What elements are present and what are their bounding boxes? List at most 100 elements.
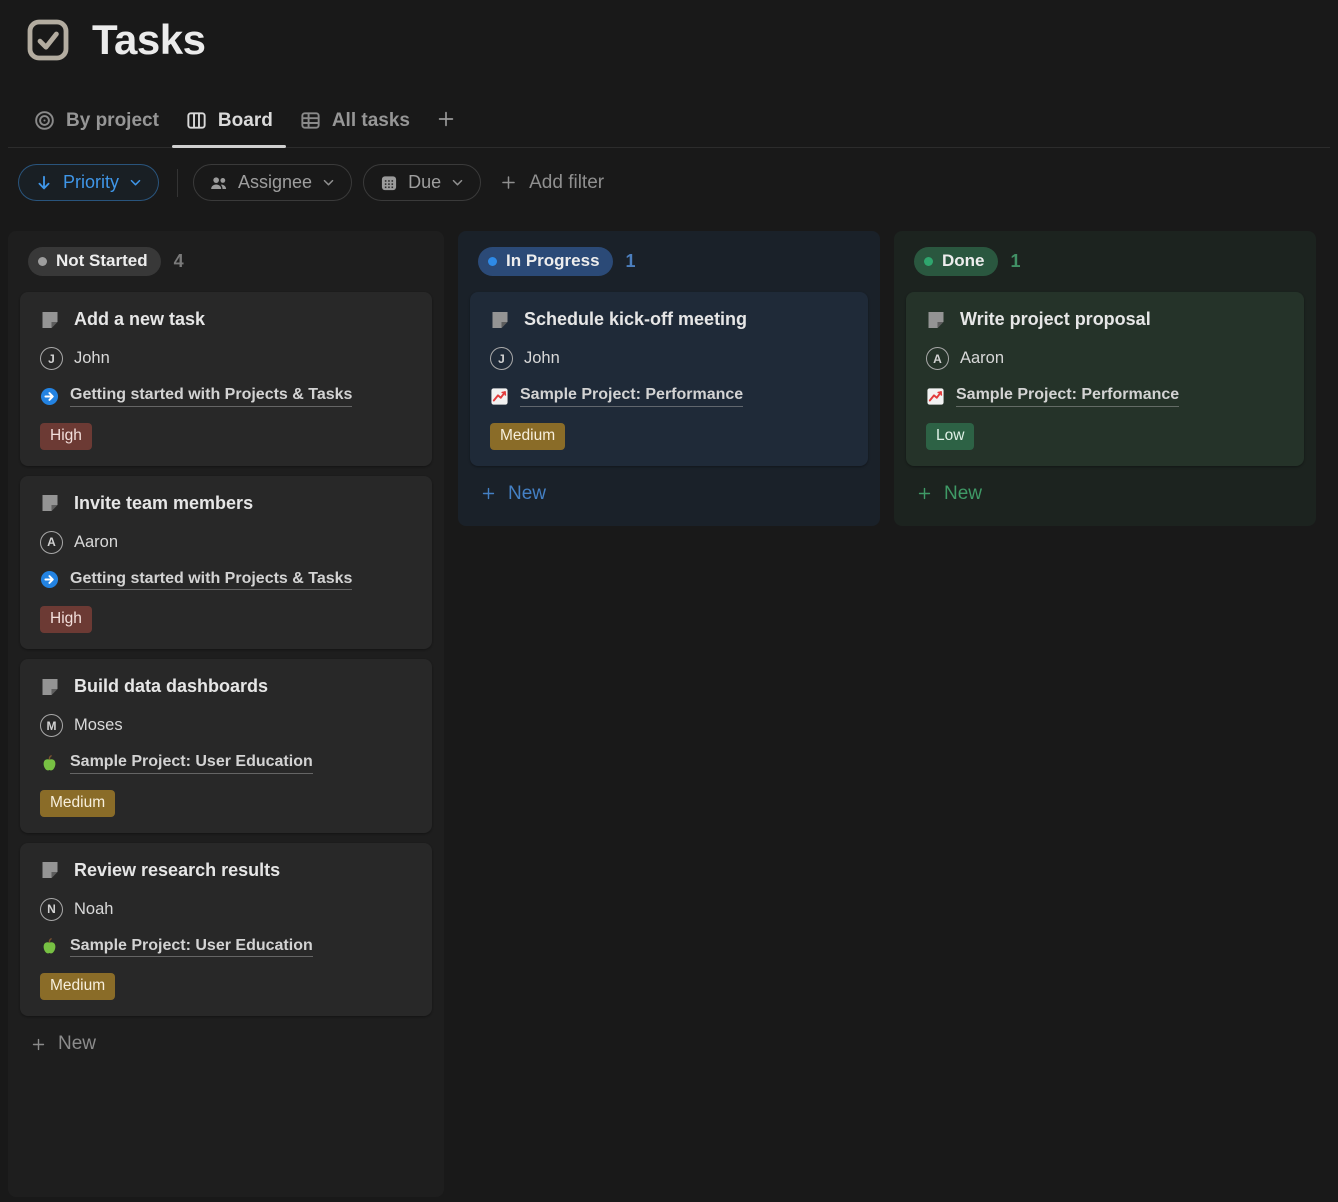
new-task-label: New (508, 483, 546, 505)
task-title: Review research results (74, 860, 280, 881)
filter-due-button[interactable]: Due (363, 164, 481, 201)
column-count: 4 (174, 251, 184, 272)
status-label: In Progress (506, 251, 600, 271)
task-card[interactable]: Add a new task J John Getting started wi… (20, 292, 432, 466)
add-view-button[interactable] (423, 98, 469, 147)
new-task-button[interactable]: New (470, 466, 868, 526)
plus-icon (30, 1036, 47, 1053)
status-badge[interactable]: In Progress (478, 247, 613, 276)
priority-tag: Medium (490, 423, 565, 450)
plus-icon (435, 108, 457, 130)
task-title: Invite team members (74, 493, 253, 514)
priority-tag: Low (926, 423, 974, 450)
card-list: Add a new task J John Getting started wi… (20, 292, 432, 1016)
assignee-name: John (524, 349, 560, 368)
chart-up-icon (926, 387, 945, 406)
column-in-progress: In Progress 1 Schedule kick-off meeting … (458, 231, 880, 526)
add-filter-button[interactable]: Add filter (499, 172, 604, 194)
tab-label: By project (66, 110, 159, 132)
column-header: Not Started 4 (20, 243, 432, 292)
column-header: Done 1 (906, 243, 1304, 292)
table-icon (299, 109, 322, 132)
column-count: 1 (626, 251, 636, 272)
plus-icon (480, 485, 497, 502)
page-icon (40, 310, 60, 330)
project-link[interactable]: Getting started with Projects & Tasks (70, 570, 352, 591)
card-list: Write project proposal A Aaron Sample Pr… (906, 292, 1304, 466)
project-link[interactable]: Sample Project: User Education (70, 753, 313, 774)
people-icon (209, 173, 229, 193)
tab-board[interactable]: Board (172, 99, 286, 147)
page-icon (490, 310, 510, 330)
filter-divider (177, 169, 178, 197)
chevron-down-icon (321, 175, 336, 190)
tab-label: All tasks (332, 110, 410, 132)
project-link[interactable]: Getting started with Projects & Tasks (70, 386, 352, 407)
target-icon (33, 109, 56, 132)
assignee-name: John (74, 349, 110, 368)
status-badge[interactable]: Not Started (28, 247, 161, 276)
priority-tag: High (40, 423, 92, 450)
task-card[interactable]: Schedule kick-off meeting J John Sample … (470, 292, 868, 466)
column-count: 1 (1011, 251, 1021, 272)
page-header: Tasks (0, 0, 1338, 64)
priority-tag: Medium (40, 973, 115, 1000)
filter-label: Due (408, 172, 441, 193)
project-link[interactable]: Sample Project: Performance (520, 386, 743, 407)
page-icon (40, 677, 60, 697)
task-title: Add a new task (74, 309, 205, 330)
assignee-name: Moses (74, 716, 123, 735)
add-filter-label: Add filter (529, 172, 604, 194)
filter-label: Assignee (238, 172, 312, 193)
new-task-button[interactable]: New (20, 1016, 432, 1076)
apple-icon (40, 754, 59, 773)
plus-icon (499, 173, 518, 192)
apple-icon (40, 937, 59, 956)
checkbox-icon (24, 16, 72, 64)
filter-bar: Priority Assignee Due (18, 164, 1338, 201)
avatar: A (40, 531, 63, 554)
new-task-button[interactable]: New (906, 466, 1304, 526)
page-icon (40, 860, 60, 880)
task-card[interactable]: Review research results N Noah Sample Pr… (20, 843, 432, 1017)
assignee-name: Noah (74, 900, 113, 919)
sort-label: Priority (63, 172, 119, 193)
task-card[interactable]: Write project proposal A Aaron Sample Pr… (906, 292, 1304, 466)
calendar-icon (379, 173, 399, 193)
task-title: Write project proposal (960, 309, 1151, 330)
task-title: Schedule kick-off meeting (524, 309, 747, 330)
card-list: Schedule kick-off meeting J John Sample … (470, 292, 868, 466)
avatar: M (40, 714, 63, 737)
chevron-down-icon (128, 175, 143, 190)
sort-priority-button[interactable]: Priority (18, 164, 159, 201)
avatar: A (926, 347, 949, 370)
avatar: J (40, 347, 63, 370)
status-dot-icon (488, 257, 497, 266)
plus-icon (916, 485, 933, 502)
task-card[interactable]: Build data dashboards M Moses Sample Pro… (20, 659, 432, 833)
arrow-circle-icon (40, 570, 59, 589)
chevron-down-icon (450, 175, 465, 190)
filter-assignee-button[interactable]: Assignee (193, 164, 352, 201)
status-dot-icon (924, 257, 933, 266)
arrow-down-icon (34, 173, 54, 193)
assignee-name: Aaron (960, 349, 1004, 368)
project-link[interactable]: Sample Project: Performance (956, 386, 1179, 407)
priority-tag: High (40, 606, 92, 633)
avatar: N (40, 898, 63, 921)
status-dot-icon (38, 257, 47, 266)
board-columns-icon (185, 109, 208, 132)
column-header: In Progress 1 (470, 243, 868, 292)
task-card[interactable]: Invite team members A Aaron Getting star… (20, 476, 432, 650)
status-badge[interactable]: Done (914, 247, 998, 276)
project-link[interactable]: Sample Project: User Education (70, 937, 313, 958)
tab-by-project[interactable]: By project (20, 99, 172, 147)
tab-all-tasks[interactable]: All tasks (286, 99, 423, 147)
arrow-circle-icon (40, 387, 59, 406)
column-not-started: Not Started 4 Add a new task J John Gett… (8, 231, 444, 1197)
page-icon (926, 310, 946, 330)
column-done: Done 1 Write project proposal A Aaron Sa… (894, 231, 1316, 526)
status-label: Done (942, 251, 985, 271)
new-task-label: New (944, 483, 982, 505)
chart-up-icon (490, 387, 509, 406)
